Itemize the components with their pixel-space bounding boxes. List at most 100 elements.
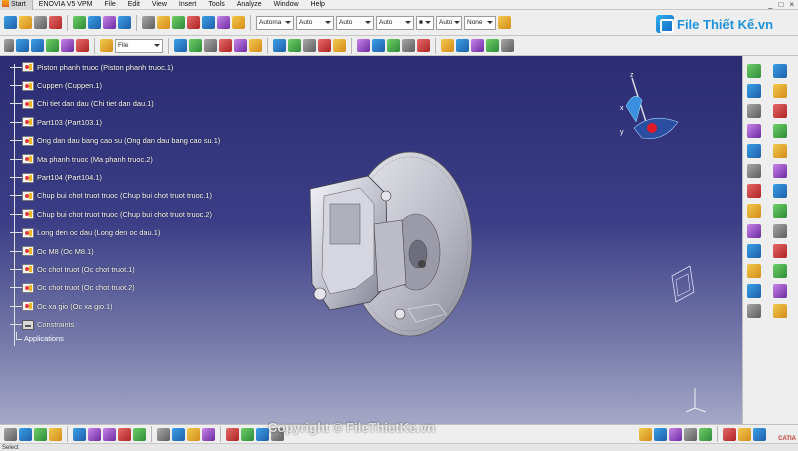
menu-view[interactable]: View	[146, 0, 173, 10]
menu-analyze[interactable]: Analyze	[231, 0, 268, 10]
compass-tool-icon[interactable]	[753, 427, 766, 441]
flexible-rigid-icon[interactable]	[773, 184, 787, 198]
rotate-icon[interactable]	[73, 427, 86, 441]
existing-component-icon[interactable]	[118, 16, 131, 29]
manipulation-icon[interactable]	[273, 39, 286, 52]
graph-tree-icon[interactable]	[318, 39, 331, 52]
line-type-combo[interactable]: Auto	[336, 15, 374, 30]
fast-multi-instantiation-icon[interactable]	[372, 39, 385, 52]
hole-icon[interactable]	[773, 264, 787, 278]
tree-node[interactable]: Long den oc dau (Long den oc dau.1)	[4, 224, 304, 242]
brake-assembly-model[interactable]	[290, 134, 490, 344]
maximize-button[interactable]: □	[778, 0, 783, 10]
bom-icon[interactable]	[723, 427, 736, 441]
catalog-icon[interactable]	[174, 39, 187, 52]
explode-icon[interactable]	[747, 244, 761, 258]
manipulate-icon[interactable]	[747, 224, 761, 238]
stop-manipulate-icon[interactable]	[773, 244, 787, 258]
minimize-button[interactable]: _	[768, 0, 772, 10]
tree-node[interactable]: Oc M8 (Oc M8.1)	[4, 242, 304, 260]
menu-insert[interactable]: Insert	[173, 0, 203, 10]
update-icon[interactable]	[46, 39, 59, 52]
compass-icon[interactable]: z x y	[612, 70, 682, 150]
point-combo[interactable]: ■	[416, 15, 434, 30]
menu-tools[interactable]: Tools	[202, 0, 230, 10]
fit-all-icon[interactable]	[34, 427, 47, 441]
tree-node[interactable]: Ong dan dau bang cao su (Ong dan dau ban…	[4, 132, 304, 150]
new-product-icon[interactable]	[747, 84, 761, 98]
explode-icon[interactable]	[187, 16, 200, 29]
menu-window[interactable]: Window	[268, 0, 305, 10]
replace-icon[interactable]	[303, 39, 316, 52]
paint-icon[interactable]	[498, 16, 511, 29]
reuse-pattern-icon[interactable]	[357, 39, 370, 52]
tree-node-applications[interactable]: Applications	[16, 331, 64, 343]
open-icon[interactable]	[19, 16, 32, 29]
analysis-icon[interactable]	[76, 39, 89, 52]
zoom-out-icon[interactable]	[103, 427, 116, 441]
tree-node[interactable]: Chup bui chot truot truoc (Chup bui chot…	[4, 187, 304, 205]
tree-node[interactable]: Oc xa gio (Oc xa gio.1)	[4, 297, 304, 315]
grid-icon[interactable]	[738, 427, 751, 441]
menu-file[interactable]: File	[98, 0, 121, 10]
generate-numbering-icon[interactable]	[333, 39, 346, 52]
new-icon[interactable]	[4, 16, 17, 29]
distance-analysis-icon[interactable]	[699, 427, 712, 441]
product-icon[interactable]	[73, 16, 86, 29]
menu-help[interactable]: Help	[305, 0, 331, 10]
select-icon[interactable]	[4, 39, 14, 52]
plane-icon[interactable]	[501, 39, 514, 52]
pattern-combo[interactable]: None	[464, 15, 496, 30]
layer-combo[interactable]: Auto	[296, 15, 334, 30]
scene-icon[interactable]	[773, 304, 787, 318]
tree-node[interactable]: Part103 (Part103.1)	[4, 113, 304, 131]
axis-system-icon[interactable]	[456, 39, 469, 52]
sketcher-icon[interactable]	[226, 427, 239, 441]
remove-icon[interactable]	[747, 304, 761, 318]
snap-icon[interactable]	[773, 224, 787, 238]
tree-node[interactable]: Cuppen (Cuppen.1)	[4, 76, 304, 94]
tree-node[interactable]: Oc chot truot (Oc chot truot.2)	[4, 279, 304, 297]
tree-node-constraints[interactable]: Constraints	[4, 315, 304, 333]
save-icon[interactable]	[34, 16, 47, 29]
reorder-icon[interactable]	[288, 39, 301, 52]
fly-mode-icon[interactable]	[19, 427, 32, 441]
weld-icon[interactable]	[441, 39, 454, 52]
flexible-icon[interactable]	[417, 39, 430, 52]
shading-icon[interactable]	[172, 427, 185, 441]
existing-component-icon[interactable]	[773, 64, 787, 78]
replace-component-icon[interactable]	[747, 104, 761, 118]
refresh-icon[interactable]	[142, 16, 155, 29]
reuse-pattern-icon[interactable]	[773, 204, 787, 218]
clash-analysis-icon[interactable]	[669, 427, 682, 441]
menu-edit[interactable]: Edit	[122, 0, 146, 10]
tree-node[interactable]: Oc chot truot (Oc chot truot.1)	[4, 260, 304, 278]
file-combo[interactable]: File	[115, 38, 163, 53]
menu-enovia[interactable]: ENOVIA V5 VPM	[33, 0, 99, 10]
component-icon[interactable]	[88, 16, 101, 29]
line-weight-combo[interactable]: Auto	[376, 15, 414, 30]
multi-view-icon[interactable]	[133, 427, 146, 441]
fix-component-icon[interactable]	[747, 164, 761, 178]
section-icon[interactable]	[219, 39, 232, 52]
measure-icon[interactable]	[61, 39, 74, 52]
swap-visible-space-icon[interactable]	[202, 427, 215, 441]
new-component-icon[interactable]	[747, 64, 761, 78]
zoom-in-icon[interactable]	[88, 427, 101, 441]
change-constraint-icon[interactable]	[747, 204, 761, 218]
sketch-icon[interactable]	[486, 39, 499, 52]
tree-node[interactable]: Piston phanh truoc (Piston phanh truoc.1…	[4, 58, 304, 76]
undo-icon[interactable]	[16, 39, 29, 52]
pan-icon[interactable]	[49, 427, 62, 441]
menu-start[interactable]: Start	[0, 0, 33, 10]
redo-icon[interactable]	[31, 39, 44, 52]
offset-constraint-icon[interactable]	[747, 144, 761, 158]
pocket-icon[interactable]	[747, 284, 761, 298]
distance-icon[interactable]	[234, 39, 247, 52]
define-multi-instantiation-icon[interactable]	[387, 39, 400, 52]
3d-viewport[interactable]: Piston phanh truoc (Piston phanh truoc.1…	[0, 56, 742, 424]
fix-together-icon[interactable]	[773, 164, 787, 178]
clash-icon[interactable]	[202, 16, 215, 29]
tree-node[interactable]: Chup bui chot truot truoc (Chup bui chot…	[4, 205, 304, 223]
measure-between-icon[interactable]	[241, 427, 254, 441]
